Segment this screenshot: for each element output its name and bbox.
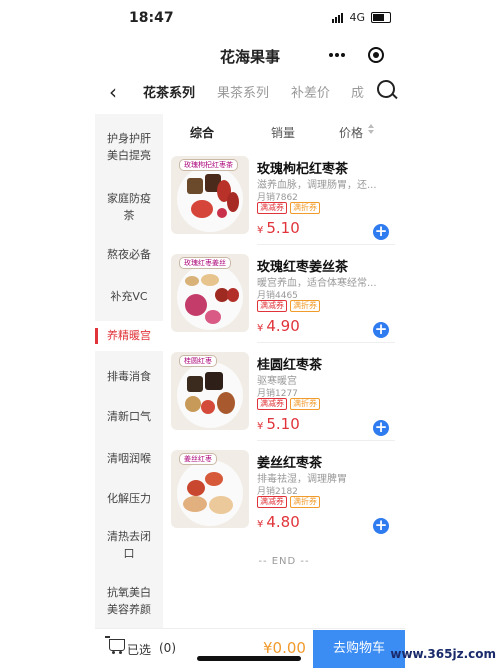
add-to-cart-button[interactable]: + bbox=[373, 420, 389, 436]
coupon-badge: 满折券 bbox=[290, 300, 320, 312]
coupon-badge: 满折券 bbox=[290, 496, 320, 508]
add-to-cart-button[interactable]: + bbox=[373, 518, 389, 534]
coupon-badges: 满减券 满折券 bbox=[257, 398, 320, 410]
product-name: 玫瑰红枣姜丝茶 bbox=[257, 260, 349, 275]
sidebar-item-throat[interactable]: 清咽润喉 bbox=[95, 450, 163, 467]
sidebar-item-liver[interactable]: 护身护肝美白提亮 bbox=[95, 130, 163, 164]
product-desc: 排毒祛湿，调理脾胃 bbox=[257, 474, 347, 485]
coupon-badges: 满减券 满折券 bbox=[257, 496, 320, 508]
product-image: 玫瑰红枣姜丝 bbox=[171, 254, 249, 332]
tab-price-diff[interactable]: 补差价 bbox=[291, 82, 330, 101]
sidebar-item-whitening[interactable]: 抗氧美白美容养颜 bbox=[95, 584, 163, 618]
sidebar-item-stress[interactable]: 化解压力 bbox=[95, 490, 163, 507]
app-frame: 18:47 4G 花海果事 ‹ 花茶系列 果茶系列 补差价 成 护身护肝美白提亮… bbox=[95, 0, 405, 668]
watermark: www.365jz.com bbox=[390, 647, 496, 661]
close-target-icon[interactable] bbox=[367, 47, 384, 63]
product-desc: 暖宫养血，适合体寒经常... bbox=[257, 278, 377, 289]
coupon-badge: 满减券 bbox=[257, 398, 287, 410]
product-image-tag: 玫瑰红枣姜丝 bbox=[179, 257, 231, 269]
category-tabs: ‹ 花茶系列 果茶系列 补差价 成 bbox=[95, 74, 405, 108]
coupon-badges: 满减券 满折券 bbox=[257, 202, 320, 214]
sort-arrows-icon[interactable] bbox=[368, 124, 376, 136]
sort-bar: 综合 销量 价格 bbox=[163, 120, 405, 146]
product-card[interactable]: 桂圆红枣 桂圆红枣茶 驱寒暖宫 月销1277 满减券 满折券 ¥5.10 + bbox=[171, 352, 395, 442]
divider bbox=[257, 440, 395, 441]
search-icon[interactable] bbox=[377, 80, 395, 98]
selected-count: (0) bbox=[159, 641, 176, 655]
mini-program-capsule bbox=[317, 42, 395, 68]
coupon-badge: 满折券 bbox=[290, 202, 320, 214]
product-price: ¥5.10 bbox=[257, 219, 300, 237]
status-indicators: 4G bbox=[332, 11, 391, 24]
product-card[interactable]: 姜丝红枣 姜丝红枣茶 排毒祛湿，调理脾胃 月销2182 满减券 满折券 ¥4.8… bbox=[171, 450, 395, 540]
product-image-tag: 桂圆红枣 bbox=[179, 355, 217, 367]
home-indicator bbox=[197, 656, 301, 661]
product-name: 玫瑰枸杞红枣茶 bbox=[257, 162, 349, 177]
sidebar-item-vc[interactable]: 补充VC bbox=[95, 288, 163, 305]
product-image-tag: 姜丝红枣 bbox=[179, 453, 217, 465]
product-price: ¥5.10 bbox=[257, 415, 300, 433]
product-image: 姜丝红枣 bbox=[171, 450, 249, 528]
tab-fruit-tea[interactable]: 果茶系列 bbox=[217, 82, 269, 101]
product-price: ¥4.90 bbox=[257, 317, 300, 335]
list-end-marker: -- END -- bbox=[258, 556, 310, 567]
sort-sales[interactable]: 销量 bbox=[271, 124, 295, 141]
product-name: 姜丝红枣茶 bbox=[257, 456, 323, 471]
selected-label: 已选 bbox=[127, 643, 152, 657]
status-time: 18:47 bbox=[129, 10, 174, 26]
battery-icon bbox=[371, 12, 391, 23]
product-card[interactable]: 玫瑰枸杞红枣茶 玫瑰枸杞红枣茶 滋养血脉，调理肠胃，还... 月销7862 满减… bbox=[171, 156, 395, 246]
sidebar: 护身护肝美白提亮 家庭防疫茶 熬夜必备 补充VC 养精暖宫 排毒消食 清新口气 … bbox=[95, 114, 163, 628]
product-image-tag: 玫瑰枸杞红枣茶 bbox=[179, 159, 238, 171]
product-image: 玫瑰枸杞红枣茶 bbox=[171, 156, 249, 234]
sidebar-item-late-night[interactable]: 熬夜必备 bbox=[95, 246, 163, 263]
more-icon[interactable] bbox=[328, 53, 345, 57]
product-name: 桂圆红枣茶 bbox=[257, 358, 323, 373]
sidebar-item-detox[interactable]: 排毒消食 bbox=[95, 368, 163, 385]
product-card[interactable]: 玫瑰红枣姜丝 玫瑰红枣姜丝茶 暖宫养血，适合体寒经常... 月销4465 满减券… bbox=[171, 254, 395, 344]
sidebar-item-acne[interactable]: 清热去闭口 bbox=[95, 528, 163, 562]
sort-price[interactable]: 价格 bbox=[339, 124, 363, 141]
coupon-badges: 满减券 满折券 bbox=[257, 300, 320, 312]
status-bar: 18:47 4G bbox=[95, 0, 405, 36]
coupon-badge: 满减券 bbox=[257, 202, 287, 214]
coupon-badge: 满减券 bbox=[257, 496, 287, 508]
coupon-badge: 满折券 bbox=[290, 398, 320, 410]
product-price: ¥4.80 bbox=[257, 513, 300, 531]
back-icon[interactable]: ‹ bbox=[109, 80, 117, 104]
cart-bar: 已选 (0) ¥0.00 去购物车 bbox=[95, 628, 405, 668]
network-label: 4G bbox=[349, 11, 365, 24]
tab-flower-tea[interactable]: 花茶系列 bbox=[143, 82, 195, 101]
add-to-cart-button[interactable]: + bbox=[373, 224, 389, 240]
sidebar-item-womb[interactable]: 养精暖宫 bbox=[95, 321, 163, 351]
cart-total: ¥0.00 bbox=[263, 639, 306, 657]
coupon-badge: 满减券 bbox=[257, 300, 287, 312]
sort-comprehensive[interactable]: 综合 bbox=[190, 124, 214, 141]
divider bbox=[257, 342, 395, 343]
sidebar-item-epidemic[interactable]: 家庭防疫茶 bbox=[95, 190, 163, 224]
title-bar: 花海果事 bbox=[95, 38, 405, 70]
sidebar-item-breath[interactable]: 清新口气 bbox=[95, 408, 163, 425]
product-desc: 驱寒暖宫 bbox=[257, 376, 297, 387]
product-desc: 滋养血脉，调理肠胃，还... bbox=[257, 180, 377, 191]
product-image: 桂圆红枣 bbox=[171, 352, 249, 430]
cart-icon[interactable] bbox=[105, 636, 125, 654]
signal-icon bbox=[332, 12, 344, 23]
divider bbox=[257, 244, 395, 245]
add-to-cart-button[interactable]: + bbox=[373, 322, 389, 338]
